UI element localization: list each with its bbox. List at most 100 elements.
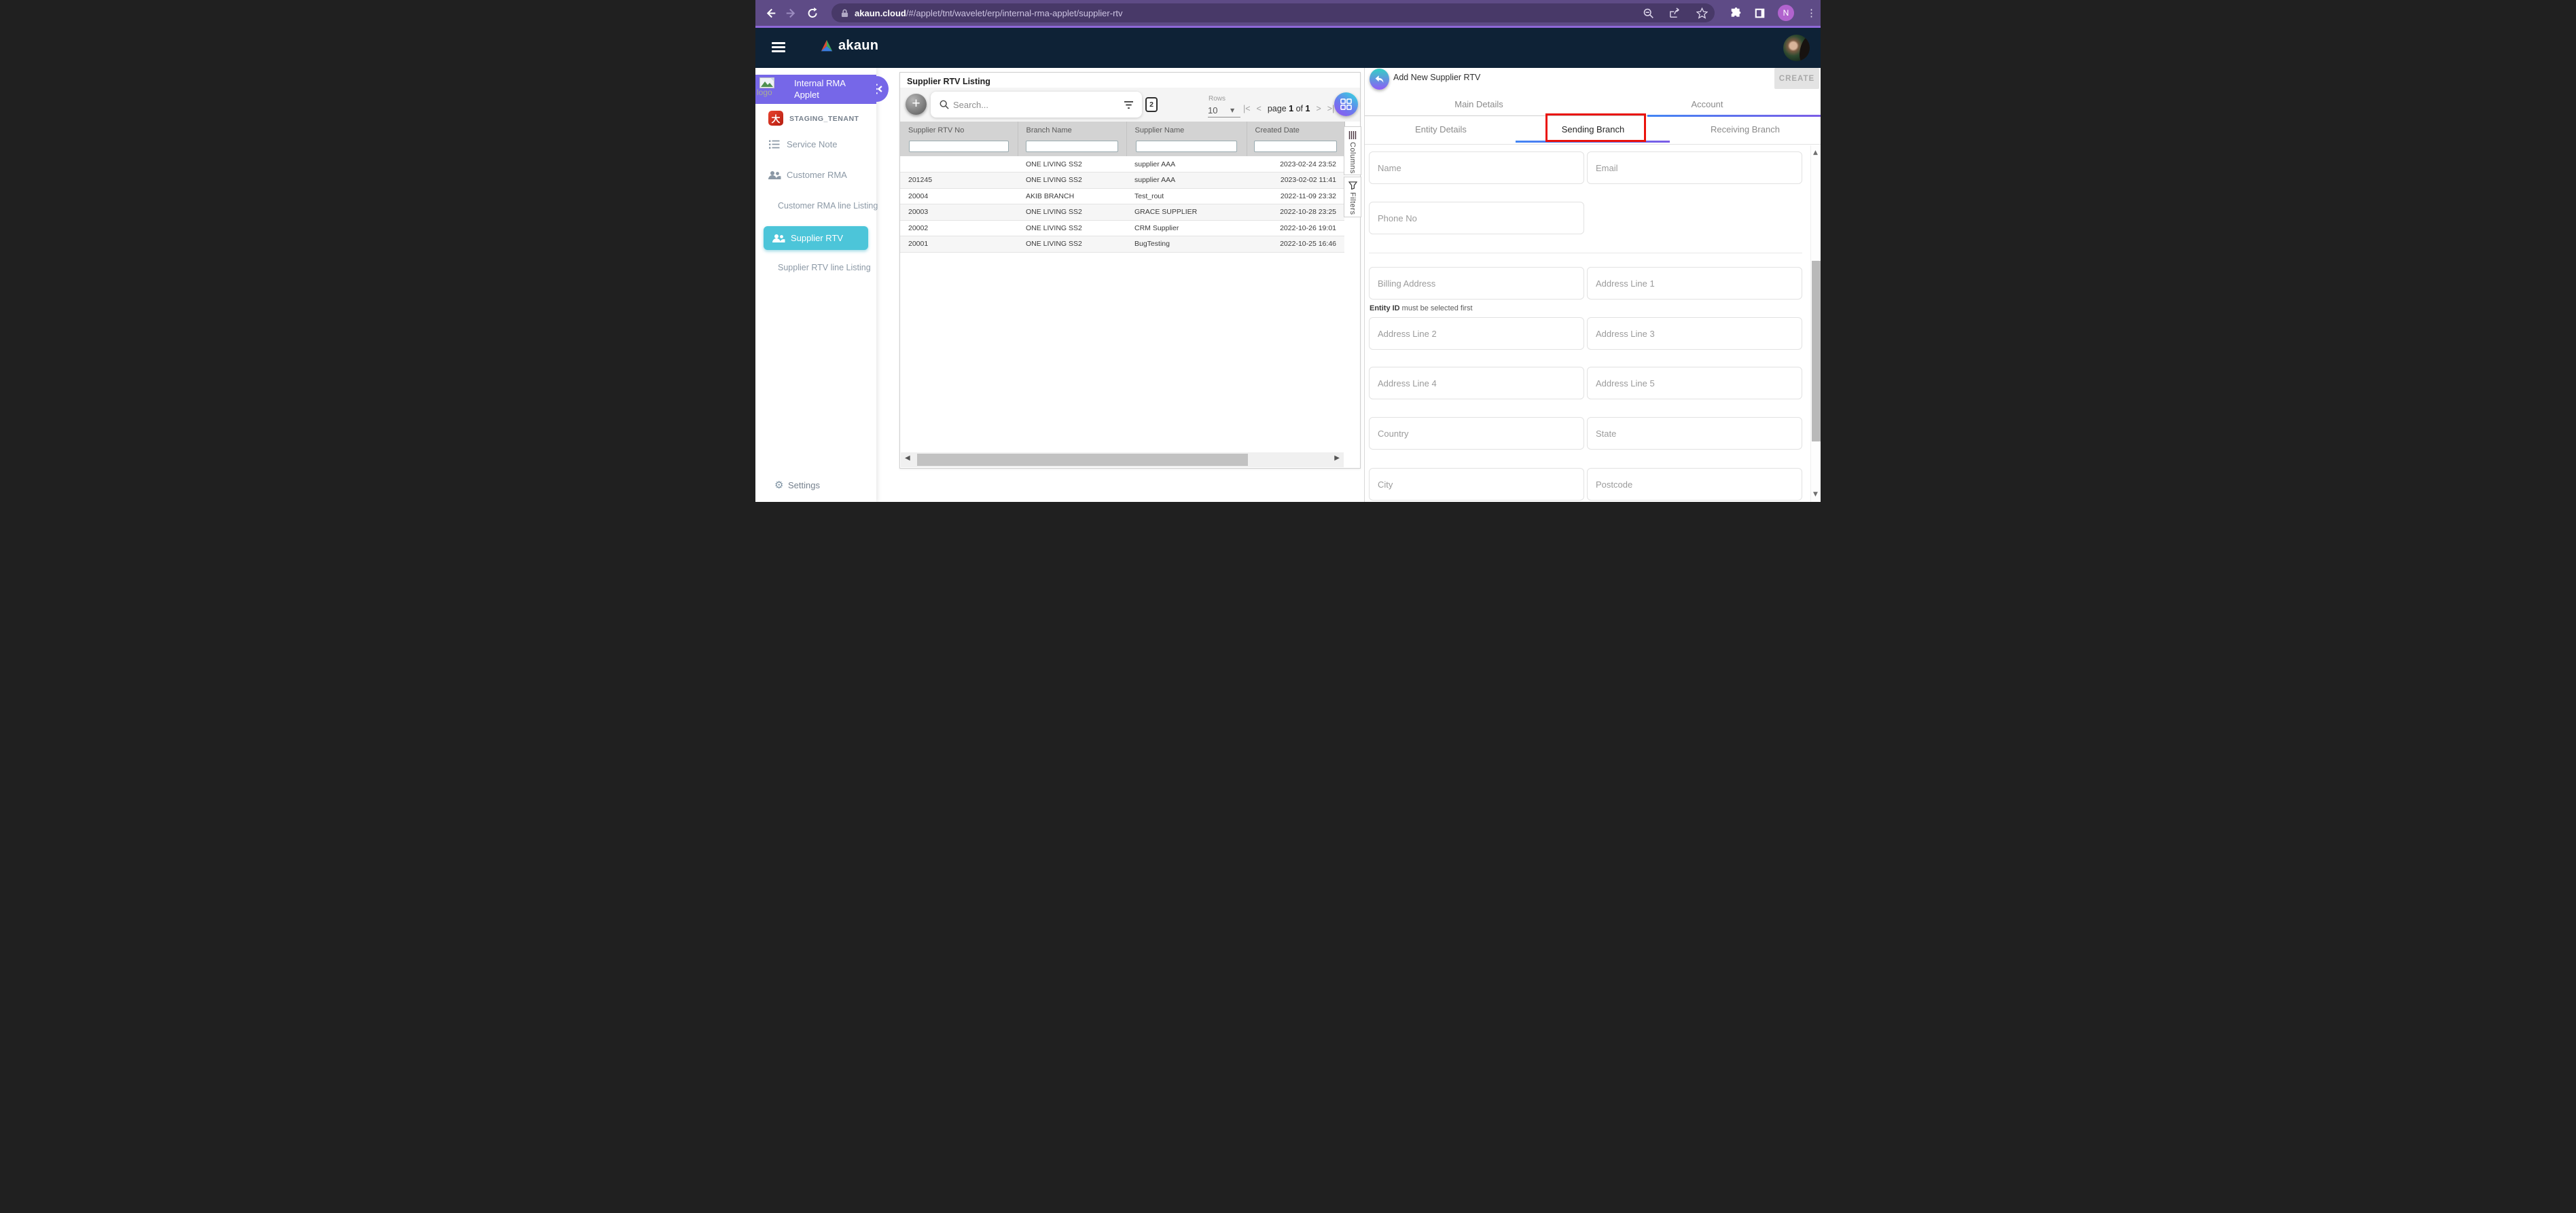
side-panel-icon[interactable]: [1754, 7, 1766, 19]
address-line-5-field[interactable]: [1587, 367, 1802, 399]
table-row[interactable]: 20004AKIB BRANCHTest_rout2022-11-09 23:3…: [900, 188, 1344, 204]
next-page-button[interactable]: >: [1316, 104, 1321, 113]
address-line-4-field[interactable]: [1369, 367, 1584, 399]
share-icon[interactable]: [1669, 7, 1681, 18]
address-line-1-field[interactable]: [1587, 267, 1802, 300]
broken-image-icon: [759, 77, 774, 88]
scroll-down-icon[interactable]: ▼: [1813, 491, 1818, 498]
zoom-out-icon[interactable]: [1643, 7, 1654, 19]
app-navbar: akaun: [755, 28, 1821, 68]
sub-tabs: Entity Details Sending Branch Receiving …: [1365, 116, 1821, 144]
first-page-button[interactable]: |<: [1243, 104, 1251, 113]
browser-profile-avatar[interactable]: N: [1778, 5, 1794, 21]
extensions-puzzle-icon[interactable]: [1730, 7, 1742, 19]
address-bar[interactable]: akaun.cloud/#/applet/tnt/wavelet/erp/int…: [831, 3, 1715, 22]
columns-rail-tab[interactable]: Columns: [1344, 126, 1361, 175]
search-input[interactable]: [953, 100, 1124, 110]
columns-icon: [1348, 131, 1357, 139]
add-supplier-rtv-button[interactable]: +: [906, 94, 927, 115]
filters-rail-tab[interactable]: Filters: [1344, 177, 1361, 217]
akaun-triangle-icon: [819, 39, 834, 54]
table-row[interactable]: 20001ONE LIVING SS2BugTesting2022-10-25 …: [900, 236, 1344, 253]
city-field[interactable]: [1369, 468, 1584, 501]
name-field[interactable]: [1369, 151, 1584, 184]
sidebar-item-label: Customer RMA line Listing: [778, 201, 878, 211]
grid-icon: [1340, 98, 1352, 110]
filter-input-supplier[interactable]: [1136, 141, 1238, 152]
vertical-scrollbar-thumb[interactable]: [1812, 261, 1821, 441]
sidebar-item-service-note[interactable]: Service Note: [755, 138, 876, 153]
create-button[interactable]: CREATE: [1774, 68, 1819, 89]
filter-input-branch[interactable]: [1026, 141, 1117, 152]
user-avatar[interactable]: [1783, 35, 1810, 61]
table-row[interactable]: 20003ONE LIVING SS2GRACE SUPPLIER2022-10…: [900, 204, 1344, 221]
pagination: |< < page 1 of 1 > >|: [1243, 104, 1334, 113]
tab-entity-details[interactable]: Entity Details: [1365, 116, 1517, 144]
column-header[interactable]: Branch Name: [1018, 122, 1126, 139]
gear-icon: ⚙: [774, 479, 783, 491]
page-indicator: page 1 of 1: [1268, 104, 1310, 113]
tab-main-details[interactable]: Main Details: [1365, 95, 1593, 116]
back-arrow-icon: [1374, 75, 1384, 84]
rows-per-page-select[interactable]: 10: [1208, 105, 1217, 115]
sidebar-item-tenant[interactable]: 大 STAGING_TENANT: [755, 111, 876, 131]
country-field[interactable]: [1369, 417, 1584, 450]
table-filter-row: [900, 139, 1344, 156]
sub-tabs-divider: [1365, 144, 1821, 145]
horizontal-scrollbar[interactable]: ◀ ▶: [901, 452, 1344, 467]
entity-id-helper-text: Entity ID must be selected first: [1370, 304, 1473, 312]
main-tabs: Main Details Account: [1365, 95, 1821, 116]
email-field[interactable]: [1587, 151, 1802, 184]
scroll-left-icon[interactable]: ◀: [905, 454, 910, 462]
tab-sending-branch[interactable]: Sending Branch: [1517, 116, 1669, 144]
rows-label: Rows: [1209, 95, 1226, 103]
sidebar-item-supplier-rtv[interactable]: Supplier RTV: [764, 226, 868, 250]
column-header[interactable]: Supplier RTV No: [900, 122, 1018, 139]
state-field[interactable]: [1587, 417, 1802, 450]
logo-alt-text: logo: [757, 88, 772, 97]
applet-banner[interactable]: logo Internal RMA Applet: [755, 75, 876, 104]
table-row[interactable]: ONE LIVING SS2supplier AAA2023-02-24 23:…: [900, 156, 1344, 173]
address-line-2-field[interactable]: [1369, 317, 1584, 350]
phone-no-field[interactable]: [1369, 202, 1584, 234]
url-path: /#/applet/tnt/wavelet/erp/internal-rma-a…: [906, 8, 1123, 18]
caret-down-icon[interactable]: ▼: [1230, 107, 1234, 113]
billing-address-field[interactable]: [1369, 267, 1584, 300]
scroll-up-icon[interactable]: ▲: [1813, 149, 1818, 156]
browser-window: akaun.cloud/#/applet/tnt/wavelet/erp/int…: [755, 0, 1821, 502]
address-line-3-field[interactable]: [1587, 317, 1802, 350]
scroll-right-icon[interactable]: ▶: [1334, 454, 1340, 462]
filter-input-created[interactable]: [1254, 141, 1337, 152]
sidebar-item-label: Supplier RTV line Listing: [778, 263, 871, 272]
vertical-scrollbar[interactable]: ▲ ▼: [1810, 145, 1821, 502]
panel-title: Add New Supplier RTV: [1393, 73, 1480, 82]
sidebar-item-customer-rma[interactable]: Customer RMA: [755, 168, 876, 183]
active-tab-indicator: [1516, 141, 1670, 143]
horizontal-scrollbar-thumb[interactable]: [917, 454, 1248, 466]
tab-account[interactable]: Account: [1593, 95, 1821, 116]
postcode-field[interactable]: [1587, 468, 1802, 501]
prev-page-button[interactable]: <: [1257, 104, 1262, 113]
people-icon: [772, 234, 785, 243]
filter-input-rtv-no[interactable]: [909, 141, 1009, 152]
table-row[interactable]: 201245ONE LIVING SS2supplier AAA2023-02-…: [900, 173, 1344, 189]
hamburger-menu-icon[interactable]: [772, 42, 785, 53]
browser-menu-icon[interactable]: ⋮: [1806, 7, 1817, 19]
browser-refresh-icon[interactable]: [804, 5, 821, 21]
split-view-icon[interactable]: 2: [1145, 97, 1158, 112]
last-page-button[interactable]: >|: [1327, 104, 1335, 113]
table-row[interactable]: 20002ONE LIVING SS2CRM Supplier2022-10-2…: [900, 220, 1344, 236]
column-header[interactable]: Created Date: [1247, 122, 1344, 139]
grid-view-button[interactable]: [1334, 92, 1358, 116]
bookmark-star-icon[interactable]: [1696, 7, 1708, 19]
filters-rail-label: Filters: [1348, 192, 1357, 215]
sidebar-item-supplier-rtv-line-listing[interactable]: Supplier RTV line Listing: [755, 261, 876, 276]
back-button[interactable]: [1370, 69, 1389, 90]
browser-back-icon[interactable]: [762, 5, 779, 21]
browser-forward-icon[interactable]: [783, 5, 799, 21]
column-header[interactable]: Supplier Name: [1126, 122, 1247, 139]
sidebar-item-customer-rma-line-listing[interactable]: Customer RMA line Listing: [755, 200, 876, 215]
sidebar-item-settings[interactable]: ⚙ Settings: [755, 477, 876, 494]
filter-list-icon[interactable]: [1124, 101, 1134, 109]
tab-receiving-branch[interactable]: Receiving Branch: [1669, 116, 1821, 144]
